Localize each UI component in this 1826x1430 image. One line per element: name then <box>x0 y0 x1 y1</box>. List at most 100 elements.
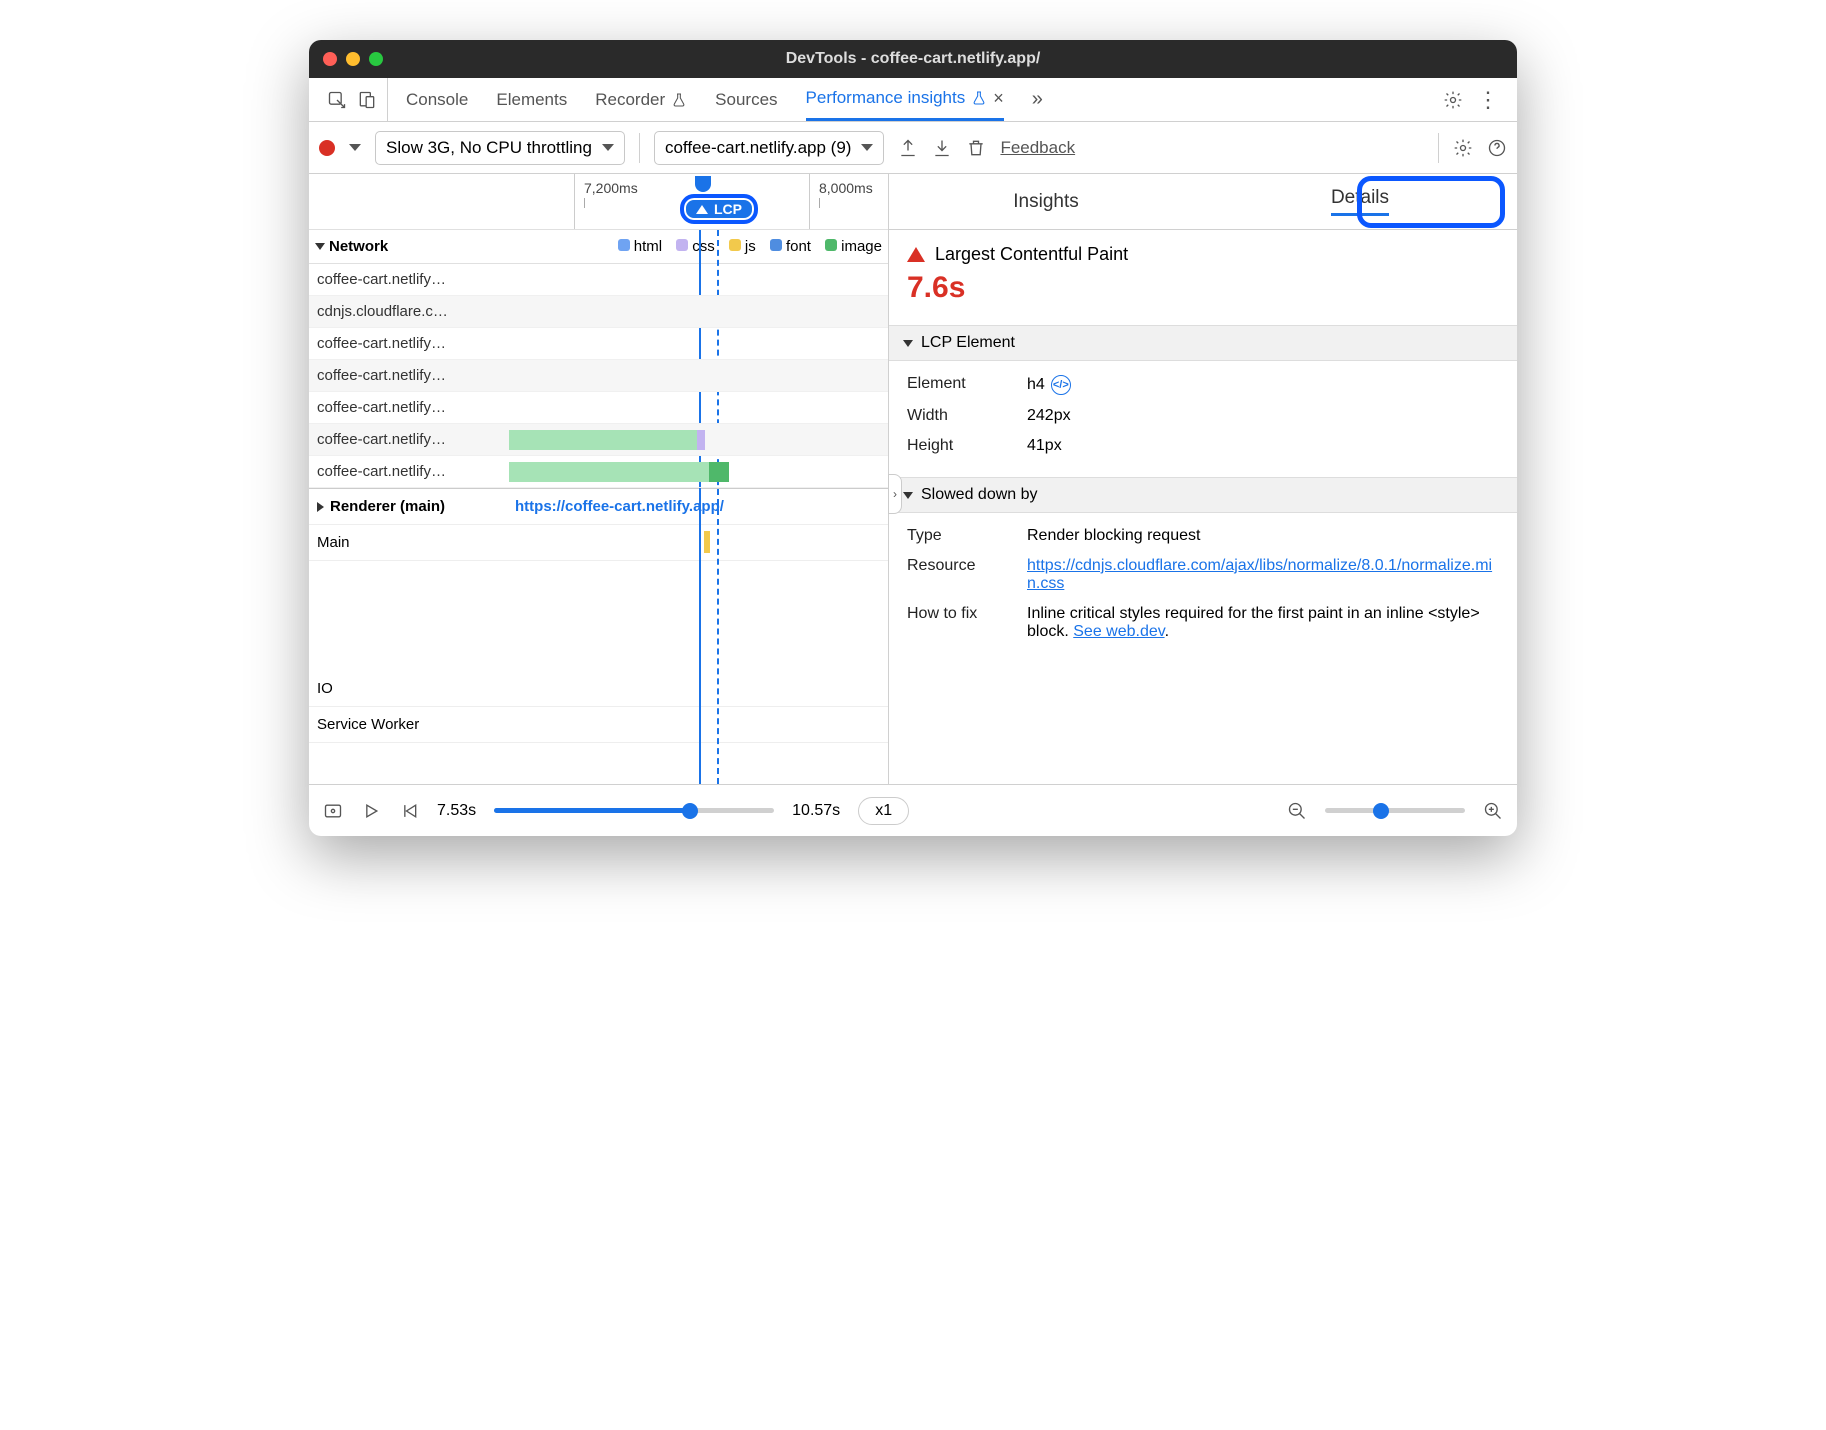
divider <box>639 133 640 163</box>
network-row[interactable]: coffee-cart.netlify… <box>309 424 888 456</box>
network-row[interactable]: coffee-cart.netlify… <box>309 264 888 296</box>
timeline-footer: 7.53s 10.57s x1 <box>309 784 1517 836</box>
lcp-badge: LCP <box>680 194 758 224</box>
kv-key: How to fix <box>907 605 1027 641</box>
lcp-value: 7.6s <box>907 271 1499 305</box>
help-icon[interactable] <box>1487 138 1507 158</box>
section-title: Slowed down by <box>921 486 1038 504</box>
renderer-row-sw[interactable]: Service Worker <box>309 707 888 743</box>
panel-tabbar: Console Elements Recorder Sources Perfor… <box>309 78 1517 122</box>
network-row[interactable]: coffee-cart.netlify… <box>309 456 888 488</box>
tab-performance-insights[interactable]: Performance insights × <box>806 78 1004 121</box>
kv-value: 242px <box>1027 407 1499 425</box>
devtools-window: DevTools - coffee-cart.netlify.app/ Cons… <box>309 40 1517 836</box>
settings-gear-icon[interactable] <box>1443 90 1463 110</box>
disclosure-triangle-icon <box>903 492 913 499</box>
minimize-window-button[interactable] <box>346 52 360 66</box>
network-title: Network <box>329 238 388 255</box>
disclosure-triangle-icon <box>903 340 913 347</box>
renderer-section: Renderer (main) https://coffee-cart.netl… <box>309 488 888 743</box>
reveal-in-elements-icon[interactable]: </> <box>1051 375 1071 395</box>
renderer-row-io[interactable]: IO <box>309 671 888 707</box>
tab-label: Console <box>406 90 468 110</box>
record-button[interactable] <box>319 140 335 156</box>
tab-elements[interactable]: Elements <box>496 78 567 121</box>
chevron-down-icon <box>861 144 873 151</box>
speed-pill[interactable]: x1 <box>858 797 909 825</box>
page-select[interactable]: coffee-cart.netlify.app (9) <box>654 131 884 165</box>
tab-insights[interactable]: Insights <box>889 174 1203 229</box>
legend-image: image <box>841 238 882 255</box>
kv-value: Render blocking request <box>1027 527 1499 545</box>
ruler-tick: 8,000ms <box>819 180 873 196</box>
timeline-pane: 7,200ms 8,000ms LCP Network <box>309 174 889 784</box>
renderer-header[interactable]: Renderer (main) https://coffee-cart.netl… <box>309 489 888 525</box>
lcp-marker[interactable]: LCP <box>686 176 758 224</box>
kv-value: 41px <box>1027 437 1499 455</box>
network-section-header[interactable]: Network html css js font image <box>309 230 888 264</box>
tab-label: Elements <box>496 90 567 110</box>
ruler-tick: 7,200ms <box>584 180 638 196</box>
network-row[interactable]: coffee-cart.netlify… <box>309 392 888 424</box>
warning-triangle-icon <box>907 247 925 262</box>
disclosure-triangle-icon <box>315 243 325 250</box>
maximize-window-button[interactable] <box>369 52 383 66</box>
titlebar: DevTools - coffee-cart.netlify.app/ <box>309 40 1517 78</box>
upload-icon[interactable] <box>898 138 918 158</box>
traffic-lights <box>323 52 383 66</box>
section-lcp-element[interactable]: LCP Element <box>889 325 1517 361</box>
play-icon[interactable] <box>361 801 381 821</box>
legend-font: font <box>786 238 811 255</box>
detail-tabs: Insights Details <box>889 174 1517 230</box>
jump-to-start-icon[interactable] <box>399 801 419 821</box>
tab-sources[interactable]: Sources <box>715 78 777 121</box>
renderer-url[interactable]: https://coffee-cart.netlify.app/ <box>515 498 724 515</box>
zoom-out-icon[interactable] <box>1287 801 1307 821</box>
renderer-row-main[interactable]: Main <box>309 525 888 561</box>
renderer-title: Renderer (main) <box>330 498 445 515</box>
chevron-down-icon <box>602 144 614 151</box>
tab-label: Insights <box>1013 191 1078 213</box>
legend-js: js <box>745 238 756 255</box>
lcp-element-details: Element h4 </> Width242px Height41px <box>889 361 1517 477</box>
feedback-link[interactable]: Feedback <box>1000 138 1075 158</box>
flask-icon <box>671 92 687 108</box>
tab-console[interactable]: Console <box>406 78 468 121</box>
zoom-slider[interactable] <box>1325 808 1465 813</box>
tab-recorder[interactable]: Recorder <box>595 78 687 121</box>
collapse-handle[interactable]: › <box>888 474 902 514</box>
kv-key: Element <box>907 375 1027 395</box>
warning-triangle-icon <box>696 205 708 214</box>
resource-link[interactable]: https://cdnjs.cloudflare.com/ajax/libs/n… <box>1027 557 1492 592</box>
throttling-select[interactable]: Slow 3G, No CPU throttling <box>375 131 625 165</box>
zoom-in-icon[interactable] <box>1483 801 1503 821</box>
flask-icon <box>971 90 987 106</box>
network-row[interactable]: coffee-cart.netlify… <box>309 360 888 392</box>
kv-key: Height <box>907 437 1027 455</box>
section-slowed-down[interactable]: Slowed down by <box>889 477 1517 513</box>
download-icon[interactable] <box>932 138 952 158</box>
record-menu-chevron-icon[interactable] <box>349 144 361 151</box>
legend-html: html <box>634 238 662 255</box>
delete-icon[interactable] <box>966 138 986 158</box>
time-slider[interactable] <box>494 808 774 813</box>
network-rows: coffee-cart.netlify… cdnjs.cloudflare.c…… <box>309 264 888 488</box>
network-row[interactable]: cdnjs.cloudflare.c… <box>309 296 888 328</box>
time-ruler[interactable]: 7,200ms 8,000ms LCP <box>309 174 888 230</box>
panel-settings-icon[interactable] <box>1453 138 1473 158</box>
screenshot-toggle-icon[interactable] <box>323 801 343 821</box>
insights-toolbar: Slow 3G, No CPU throttling coffee-cart.n… <box>309 122 1517 174</box>
network-row[interactable]: coffee-cart.netlify… <box>309 328 888 360</box>
tab-details[interactable]: Details <box>1203 174 1517 229</box>
legend-css: css <box>692 238 715 255</box>
inspect-element-icon[interactable] <box>327 90 347 110</box>
device-toggle-icon[interactable] <box>357 90 377 110</box>
slowed-down-details: TypeRender blocking request Resourcehttp… <box>889 513 1517 663</box>
time-end: 10.57s <box>792 802 840 820</box>
more-tabs-icon[interactable]: » <box>1032 88 1043 111</box>
webdev-link[interactable]: See web.dev <box>1073 623 1164 640</box>
kv-key: Resource <box>907 557 1027 593</box>
close-window-button[interactable] <box>323 52 337 66</box>
close-tab-icon[interactable]: × <box>993 88 1004 109</box>
kv-key: Type <box>907 527 1027 545</box>
